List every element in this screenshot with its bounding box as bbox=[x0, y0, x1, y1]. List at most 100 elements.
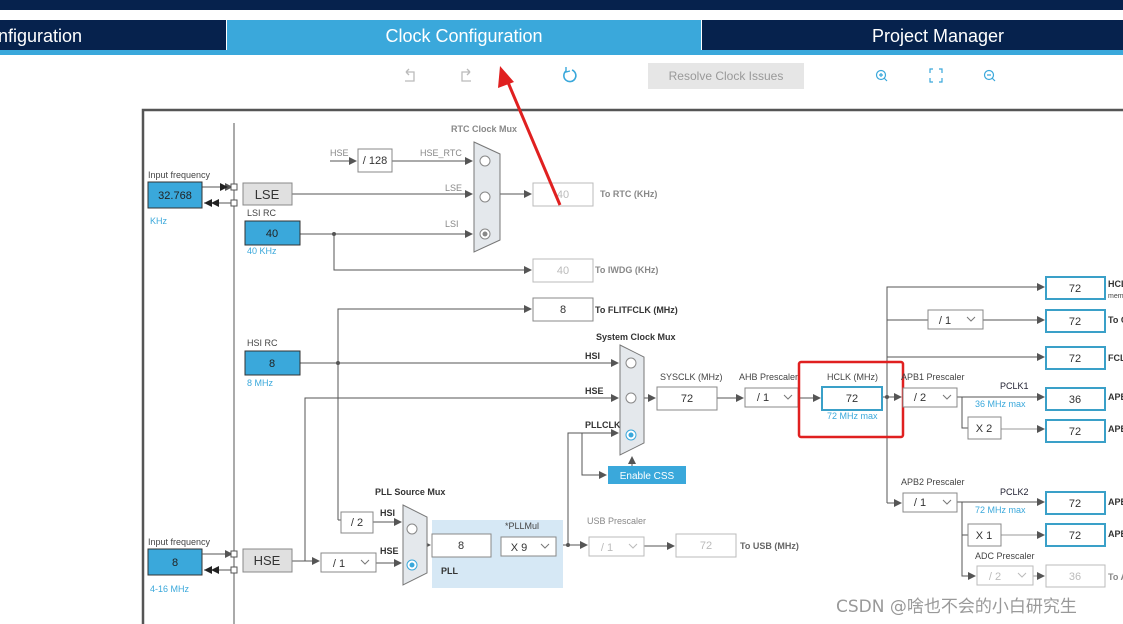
svg-text:36: 36 bbox=[1069, 571, 1081, 583]
hse-block[interactable]: HSE bbox=[242, 548, 293, 573]
annotation-arrow bbox=[498, 66, 562, 206]
tab-label: Project Manager bbox=[872, 26, 1004, 46]
flitfclk-output: 8 bbox=[532, 297, 594, 322]
sysmux-hsi-radio[interactable] bbox=[625, 357, 637, 369]
svg-text:/ 1: / 1 bbox=[939, 315, 951, 327]
pll-hsi-label: HSI bbox=[380, 508, 395, 518]
rtc-output-label: To RTC (KHz) bbox=[600, 189, 657, 199]
usb-prescaler-select[interactable]: / 1 bbox=[588, 536, 645, 557]
svg-text:72: 72 bbox=[700, 540, 712, 552]
enable-css-button[interactable]: Enable CSS bbox=[608, 466, 686, 484]
svg-text:40: 40 bbox=[557, 265, 569, 277]
apb1-prescaler-select[interactable]: / 2 bbox=[902, 387, 958, 408]
sysmux-hse-radio[interactable] bbox=[625, 392, 637, 404]
svg-text:/ 2: / 2 bbox=[989, 571, 1001, 583]
rtc-mux-hse-radio[interactable] bbox=[479, 155, 491, 167]
adc-output: 36 bbox=[1045, 564, 1106, 588]
iwdg-output-label: To IWDG (KHz) bbox=[595, 265, 658, 275]
rtc-lsi-label: LSI bbox=[445, 219, 459, 229]
svg-text:72: 72 bbox=[1069, 426, 1081, 438]
zoom-out-icon[interactable] bbox=[983, 69, 996, 82]
apb2-peripheral-label: APB bbox=[1108, 497, 1123, 507]
apb1-peripheral-output: 36 bbox=[1045, 387, 1106, 411]
sysmux-pllclk-label: PLLCLK bbox=[585, 420, 621, 430]
resolve-label: Resolve Clock Issues bbox=[669, 69, 784, 83]
svg-text:/ 2: / 2 bbox=[351, 517, 363, 529]
tab-label: nfiguration bbox=[0, 26, 82, 46]
rtc-mux-lse-radio[interactable] bbox=[479, 191, 491, 203]
svg-text:72: 72 bbox=[1069, 353, 1081, 365]
apb1-peripheral-label: APB bbox=[1108, 392, 1123, 402]
sysclk-value: 72 bbox=[656, 386, 718, 411]
hclk-input[interactable]: 72 bbox=[821, 386, 883, 411]
usb-prescaler-label: USB Prescaler bbox=[587, 516, 646, 526]
adc-output-label: To A bbox=[1108, 572, 1123, 582]
hse-frequency-input[interactable]: 8 bbox=[147, 548, 203, 576]
hclk-label: HCLK (MHz) bbox=[827, 372, 878, 382]
cortex-timer-prescaler-select[interactable]: / 1 bbox=[927, 309, 984, 330]
fclk-label: FCL bbox=[1108, 353, 1123, 363]
lse-frequency-input[interactable]: 32.768 bbox=[147, 181, 203, 209]
hse-range: 4-16 MHz bbox=[150, 584, 190, 594]
rtc-output: 40 bbox=[532, 182, 594, 207]
pllmul-select[interactable]: X 9 bbox=[500, 536, 557, 557]
fclk-output: 72 bbox=[1045, 346, 1106, 370]
tab-pinout-configuration[interactable]: nfiguration bbox=[0, 20, 226, 50]
pclk1-label: PCLK1 bbox=[1000, 381, 1029, 391]
pll-hse-label: HSE bbox=[380, 546, 399, 556]
iwdg-output: 40 bbox=[532, 258, 594, 283]
svg-text:8: 8 bbox=[458, 540, 464, 552]
title-bar bbox=[0, 0, 1123, 10]
ahb-prescaler-label: AHB Prescaler bbox=[739, 372, 798, 382]
lse-unit: KHz bbox=[150, 216, 168, 226]
usb-output: 72 bbox=[675, 533, 737, 558]
tab-clock-configuration[interactable]: Clock Configuration bbox=[227, 20, 701, 50]
svg-text:72: 72 bbox=[1069, 498, 1081, 510]
adc-prescaler-label: ADC Prescaler bbox=[975, 551, 1035, 561]
undo-icon[interactable] bbox=[405, 68, 415, 82]
svg-text:32.768: 32.768 bbox=[158, 190, 192, 202]
tab-project-manager[interactable]: Project Manager bbox=[702, 20, 1123, 50]
redo-icon[interactable] bbox=[461, 68, 471, 82]
rtc-hse-label: HSE bbox=[330, 148, 349, 158]
lse-input-label: Input frequency bbox=[148, 170, 211, 180]
resolve-clock-issues-button[interactable]: Resolve Clock Issues bbox=[648, 63, 804, 89]
apb2-peripheral-output: 72 bbox=[1045, 491, 1106, 515]
fit-screen-icon[interactable] bbox=[929, 68, 943, 83]
lsi-unit: 40 KHz bbox=[247, 246, 277, 256]
svg-text:X 2: X 2 bbox=[976, 423, 993, 435]
svg-text:X 9: X 9 bbox=[511, 542, 528, 554]
refresh-icon[interactable] bbox=[563, 67, 577, 83]
svg-text:36: 36 bbox=[1069, 394, 1081, 406]
watermark: CSDN @啥也不会的小白研究生 bbox=[836, 597, 1077, 617]
lse-block[interactable]: LSE bbox=[242, 182, 293, 206]
ahb-prescaler-select[interactable]: / 1 bbox=[744, 387, 799, 408]
svg-text:/ 1: / 1 bbox=[601, 542, 613, 554]
hclk-output-label2: mem bbox=[1108, 293, 1123, 300]
svg-text:/ 128: / 128 bbox=[363, 155, 387, 167]
sysmux-hsi-label: HSI bbox=[585, 351, 600, 361]
hse-rtc-label: HSE_RTC bbox=[420, 148, 462, 158]
adc-prescaler-select[interactable]: / 2 bbox=[976, 565, 1034, 586]
svg-text:HSE: HSE bbox=[254, 553, 281, 568]
pllmul-label: *PLLMul bbox=[505, 521, 539, 531]
pll-source-hsi-radio[interactable] bbox=[406, 523, 418, 535]
hclk-output-label: HCL bbox=[1108, 279, 1123, 289]
hse-prediv-select[interactable]: / 1 bbox=[320, 552, 377, 573]
sysclk-label: SYSCLK (MHz) bbox=[660, 372, 723, 382]
pclk2-max: 72 MHz max bbox=[975, 505, 1026, 515]
cortex-timer-output: 72 bbox=[1045, 309, 1106, 333]
svg-text:/ 1: / 1 bbox=[757, 392, 769, 404]
rtc-lse-label: LSE bbox=[445, 183, 462, 193]
svg-text:/ 1: / 1 bbox=[333, 558, 345, 570]
apb2-timer-label: APB bbox=[1108, 529, 1123, 539]
sysmux-hse-label: HSE bbox=[585, 386, 604, 396]
hsi-label: HSI RC bbox=[247, 338, 278, 348]
rtc-mux-label: RTC Clock Mux bbox=[451, 124, 517, 134]
apb2-prescaler-select[interactable]: / 1 bbox=[902, 492, 958, 513]
svg-text:8: 8 bbox=[269, 358, 275, 370]
apb1-prescaler-label: APB1 Prescaler bbox=[901, 372, 965, 382]
svg-text:40: 40 bbox=[266, 228, 278, 240]
pclk2-label: PCLK2 bbox=[1000, 487, 1029, 497]
zoom-in-icon[interactable] bbox=[875, 69, 888, 82]
